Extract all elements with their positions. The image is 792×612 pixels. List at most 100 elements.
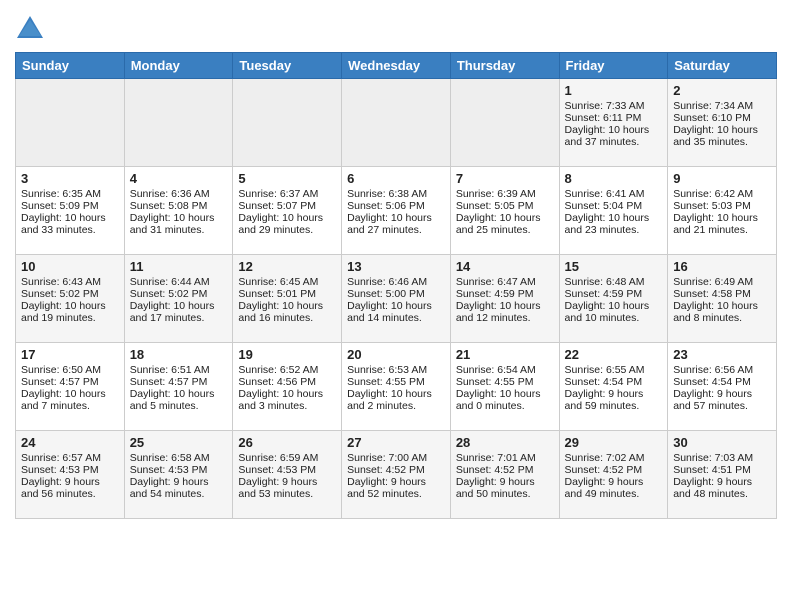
daylight-text: Daylight: 10 hours and 2 minutes.	[347, 388, 445, 412]
weekday-header-row: SundayMondayTuesdayWednesdayThursdayFrid…	[16, 53, 777, 79]
weekday-header-thursday: Thursday	[450, 53, 559, 79]
day-number: 20	[347, 347, 445, 362]
sunset-text: Sunset: 5:00 PM	[347, 288, 445, 300]
calendar-week-row: 10Sunrise: 6:43 AMSunset: 5:02 PMDayligh…	[16, 255, 777, 343]
sunset-text: Sunset: 4:54 PM	[673, 376, 771, 388]
calendar-cell: 17Sunrise: 6:50 AMSunset: 4:57 PMDayligh…	[16, 343, 125, 431]
sunset-text: Sunset: 5:03 PM	[673, 200, 771, 212]
sunrise-text: Sunrise: 7:03 AM	[673, 452, 771, 464]
daylight-text: Daylight: 10 hours and 5 minutes.	[130, 388, 228, 412]
day-number: 24	[21, 435, 119, 450]
calendar-cell: 16Sunrise: 6:49 AMSunset: 4:58 PMDayligh…	[668, 255, 777, 343]
calendar-cell: 22Sunrise: 6:55 AMSunset: 4:54 PMDayligh…	[559, 343, 668, 431]
sunset-text: Sunset: 4:58 PM	[673, 288, 771, 300]
daylight-text: Daylight: 10 hours and 23 minutes.	[565, 212, 663, 236]
weekday-header-saturday: Saturday	[668, 53, 777, 79]
sunrise-text: Sunrise: 6:52 AM	[238, 364, 336, 376]
sunset-text: Sunset: 5:06 PM	[347, 200, 445, 212]
calendar-cell: 3Sunrise: 6:35 AMSunset: 5:09 PMDaylight…	[16, 167, 125, 255]
day-number: 21	[456, 347, 554, 362]
sunrise-text: Sunrise: 6:55 AM	[565, 364, 663, 376]
calendar-cell: 2Sunrise: 7:34 AMSunset: 6:10 PMDaylight…	[668, 79, 777, 167]
calendar-cell	[16, 79, 125, 167]
daylight-text: Daylight: 10 hours and 37 minutes.	[565, 124, 663, 148]
day-number: 15	[565, 259, 663, 274]
daylight-text: Daylight: 10 hours and 33 minutes.	[21, 212, 119, 236]
sunrise-text: Sunrise: 6:48 AM	[565, 276, 663, 288]
calendar-cell	[342, 79, 451, 167]
calendar-cell: 9Sunrise: 6:42 AMSunset: 5:03 PMDaylight…	[668, 167, 777, 255]
daylight-text: Daylight: 10 hours and 17 minutes.	[130, 300, 228, 324]
sunset-text: Sunset: 6:11 PM	[565, 112, 663, 124]
calendar-cell: 7Sunrise: 6:39 AMSunset: 5:05 PMDaylight…	[450, 167, 559, 255]
logo	[15, 14, 49, 44]
calendar-cell: 18Sunrise: 6:51 AMSunset: 4:57 PMDayligh…	[124, 343, 233, 431]
day-number: 11	[130, 259, 228, 274]
sunset-text: Sunset: 4:56 PM	[238, 376, 336, 388]
sunset-text: Sunset: 4:53 PM	[130, 464, 228, 476]
weekday-header-wednesday: Wednesday	[342, 53, 451, 79]
day-number: 26	[238, 435, 336, 450]
daylight-text: Daylight: 10 hours and 12 minutes.	[456, 300, 554, 324]
sunrise-text: Sunrise: 7:34 AM	[673, 100, 771, 112]
calendar-cell: 20Sunrise: 6:53 AMSunset: 4:55 PMDayligh…	[342, 343, 451, 431]
sunset-text: Sunset: 4:57 PM	[130, 376, 228, 388]
sunset-text: Sunset: 4:53 PM	[21, 464, 119, 476]
calendar-cell: 14Sunrise: 6:47 AMSunset: 4:59 PMDayligh…	[450, 255, 559, 343]
daylight-text: Daylight: 10 hours and 14 minutes.	[347, 300, 445, 324]
day-number: 1	[565, 83, 663, 98]
calendar-cell: 8Sunrise: 6:41 AMSunset: 5:04 PMDaylight…	[559, 167, 668, 255]
sunrise-text: Sunrise: 6:41 AM	[565, 188, 663, 200]
calendar-cell: 30 Sunrise: 7:03 AMSunset: 4:51 PMDayligh…	[668, 431, 777, 519]
sunrise-text: Sunrise: 6:54 AM	[456, 364, 554, 376]
daylight-text: Daylight: 10 hours and 19 minutes.	[21, 300, 119, 324]
header-area	[15, 10, 777, 44]
logo-icon	[15, 14, 45, 44]
sunset-text: Sunset: 4:54 PM	[565, 376, 663, 388]
sunrise-text: Sunrise: 6:49 AM	[673, 276, 771, 288]
daylight-text: Daylight: 9 hours and 50 minutes.	[456, 476, 554, 500]
day-number: 30	[673, 435, 771, 450]
day-number: 7	[456, 171, 554, 186]
sunset-text: Sunset: 4:52 PM	[565, 464, 663, 476]
calendar-cell: 25Sunrise: 6:58 AMSunset: 4:53 PMDayligh…	[124, 431, 233, 519]
day-number: 9	[673, 171, 771, 186]
calendar-cell: 11Sunrise: 6:44 AMSunset: 5:02 PMDayligh…	[124, 255, 233, 343]
daylight-text: Daylight: 10 hours and 29 minutes.	[238, 212, 336, 236]
calendar-cell: 29Sunrise: 7:02 AMSunset: 4:52 PMDayligh…	[559, 431, 668, 519]
sunset-text: Sunset: 4:59 PM	[456, 288, 554, 300]
day-number: 4	[130, 171, 228, 186]
daylight-text: Daylight: 9 hours and 54 minutes.	[130, 476, 228, 500]
calendar-cell: 24 Sunrise: 6:57 AMSunset: 4:53 PMDayligh…	[16, 431, 125, 519]
daylight-text: Daylight: 10 hours and 8 minutes.	[673, 300, 771, 324]
weekday-header-tuesday: Tuesday	[233, 53, 342, 79]
day-number: 29	[565, 435, 663, 450]
sunrise-text: Sunrise: 6:36 AM	[130, 188, 228, 200]
sunrise-text: Sunrise: 7:00 AM	[347, 452, 445, 464]
sunset-text: Sunset: 5:04 PM	[565, 200, 663, 212]
sunrise-text: Sunrise: 6:51 AM	[130, 364, 228, 376]
daylight-text: Daylight: 9 hours and 59 minutes.	[565, 388, 663, 412]
sunset-text: Sunset: 4:55 PM	[456, 376, 554, 388]
calendar-week-row: 24Sunrise: 6:57 AMSunset: 4:53 PMDayligh…	[16, 431, 777, 519]
daylight-text: Daylight: 9 hours and 56 minutes.	[21, 476, 119, 500]
calendar-cell	[233, 79, 342, 167]
day-number: 6	[347, 171, 445, 186]
sunrise-text: Sunrise: 6:57 AM	[21, 452, 119, 464]
daylight-text: Daylight: 10 hours and 27 minutes.	[347, 212, 445, 236]
calendar-week-row: 3Sunrise: 6:35 AMSunset: 5:09 PMDaylight…	[16, 167, 777, 255]
sunrise-text: Sunrise: 6:56 AM	[673, 364, 771, 376]
daylight-text: Daylight: 10 hours and 25 minutes.	[456, 212, 554, 236]
day-number: 17	[21, 347, 119, 362]
daylight-text: Daylight: 9 hours and 48 minutes.	[673, 476, 771, 500]
sunrise-text: Sunrise: 6:38 AM	[347, 188, 445, 200]
sunset-text: Sunset: 6:10 PM	[673, 112, 771, 124]
calendar-cell: 27Sunrise: 7:00 AMSunset: 4:52 PMDayligh…	[342, 431, 451, 519]
sunset-text: Sunset: 4:51 PM	[673, 464, 771, 476]
calendar-cell: 4Sunrise: 6:36 AMSunset: 5:08 PMDaylight…	[124, 167, 233, 255]
daylight-text: Daylight: 9 hours and 53 minutes.	[238, 476, 336, 500]
calendar-table: SundayMondayTuesdayWednesdayThursdayFrid…	[15, 52, 777, 519]
calendar-cell: 15Sunrise: 6:48 AMSunset: 4:59 PMDayligh…	[559, 255, 668, 343]
calendar-cell: 12Sunrise: 6:45 AMSunset: 5:01 PMDayligh…	[233, 255, 342, 343]
daylight-text: Daylight: 10 hours and 21 minutes.	[673, 212, 771, 236]
